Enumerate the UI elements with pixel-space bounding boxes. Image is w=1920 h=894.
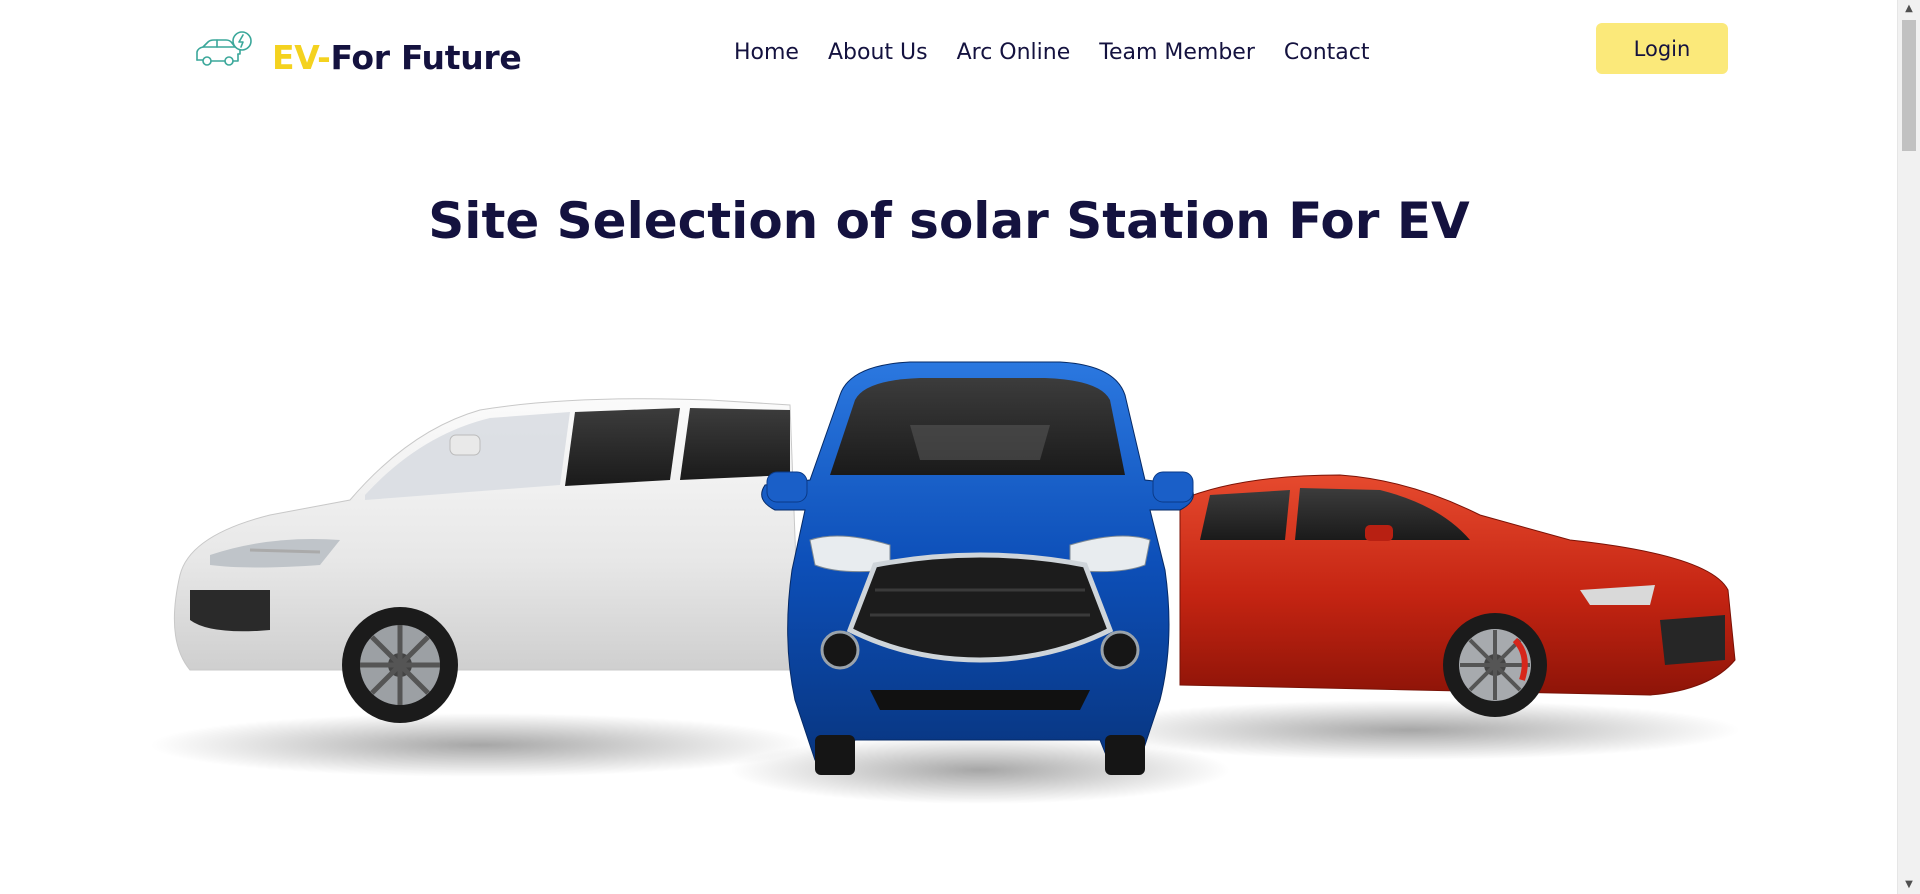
hero-title: Site Selection of solar Station For EV: [428, 192, 1470, 250]
page: EV-For Future Home About Us Arc Online T…: [0, 0, 1920, 894]
brand[interactable]: EV-For Future: [194, 24, 522, 77]
nav-item-about-us[interactable]: About Us: [828, 40, 928, 65]
nav-item-contact[interactable]: Contact: [1284, 40, 1370, 65]
scroll-down-arrow-icon[interactable]: ▼: [1898, 876, 1920, 894]
nav-item-team-member[interactable]: Team Member: [1099, 40, 1255, 65]
ev-car-charging-icon: [196, 30, 252, 66]
brand-ev: EV: [272, 38, 318, 77]
brand-rest: For Future: [330, 38, 522, 77]
nav-item-home[interactable]: Home: [734, 40, 799, 65]
blue-suv: [761, 361, 1194, 775]
nav-item-arc-online[interactable]: Arc Online: [957, 40, 1071, 65]
main-nav: Home About Us Arc Online Team Member Con…: [734, 40, 1369, 65]
scroll-up-arrow-icon[interactable]: ▲: [1898, 0, 1920, 18]
brand-dash: -: [317, 38, 331, 77]
hero-cars-image: [150, 361, 1740, 804]
vertical-scrollbar[interactable]: ▲ ▼: [1897, 0, 1920, 894]
scroll-thumb[interactable]: [1902, 20, 1916, 151]
login-button[interactable]: Login: [1596, 23, 1728, 74]
red-sedan: [1179, 474, 1736, 717]
white-suv: [173, 398, 801, 723]
site-header: EV-For Future Home About Us Arc Online T…: [0, 0, 1898, 110]
brand-name: EV-For Future: [272, 38, 522, 77]
